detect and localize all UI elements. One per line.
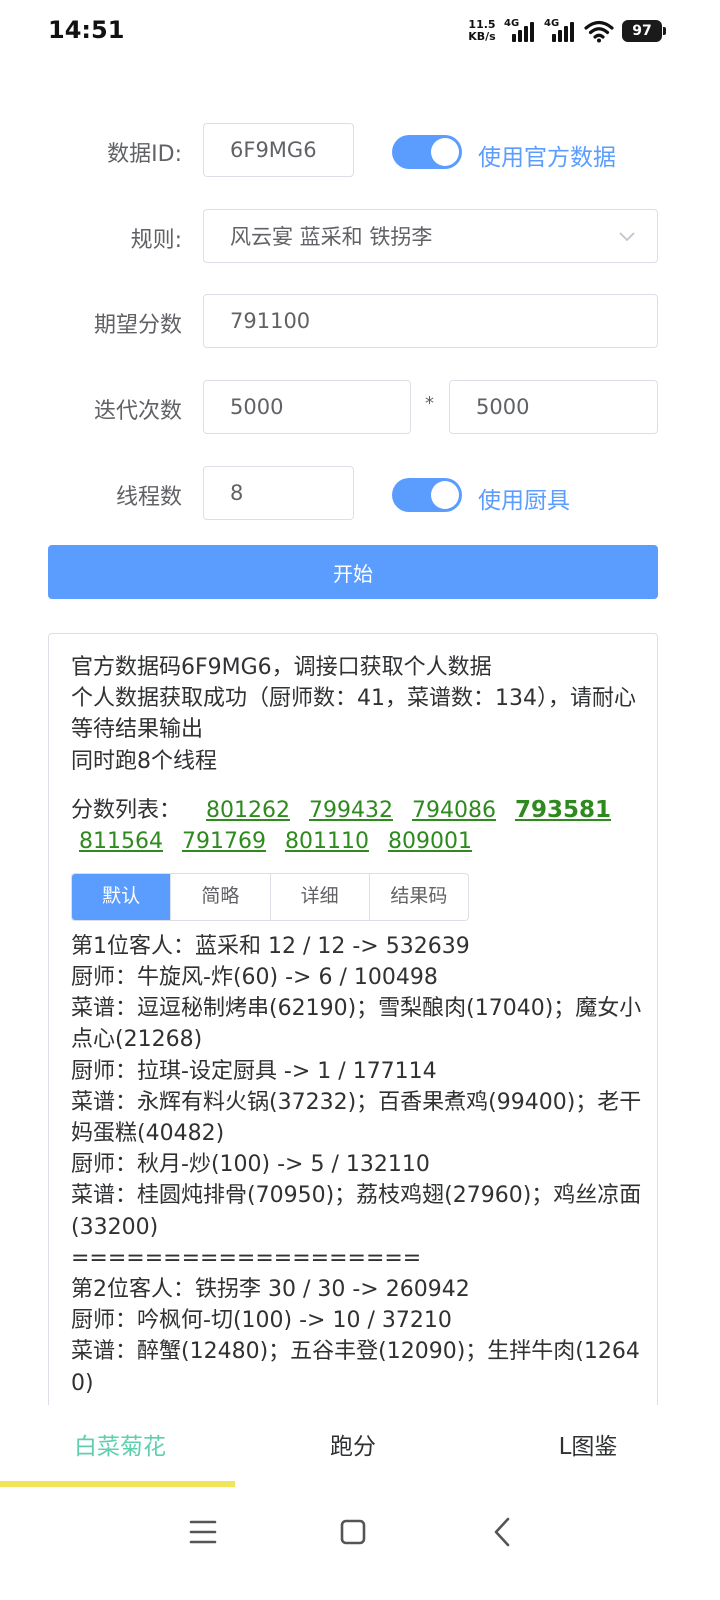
back-icon[interactable] bbox=[483, 1512, 523, 1552]
score-link[interactable]: 799432 bbox=[309, 798, 393, 823]
status-time: 14:51 bbox=[48, 16, 125, 44]
score-list-label: 分数列表： bbox=[71, 797, 182, 823]
detail-line: 厨师：吟枫何-切(100) -> 10 / 37210 bbox=[71, 1308, 452, 1334]
detail-line: 菜谱：逗逗秘制烤串(62190)；雪梨酿肉(17040)；魔女小点心(21268… bbox=[71, 996, 642, 1053]
output-mode-tabs: 默认 简略 详细 结果码 bbox=[71, 872, 469, 921]
expected-score-label: 期望分数 bbox=[93, 313, 182, 338]
network-speed: 11.5 KB/s bbox=[468, 18, 496, 43]
iterations-input-2[interactable]: 5000 bbox=[449, 380, 658, 434]
tab-l-gallery[interactable]: L图鉴 bbox=[468, 1427, 708, 1461]
detail-line: 厨师：拉琪-设定厨具 -> 1 / 177114 bbox=[71, 1058, 437, 1084]
score-link[interactable]: 801110 bbox=[285, 829, 369, 854]
app-screen: 14:51 11.5 KB/s 4G 4G 97 数据ID: 6F9MG6 使用… bbox=[0, 0, 720, 1600]
log-line: 同时跑8个线程 bbox=[71, 748, 217, 774]
result-panel[interactable]: 官方数据码6F9MG6，调接口获取个人数据 个人数据获取成功（厨师数：41，菜谱… bbox=[48, 633, 658, 1433]
detail-divider: =================== bbox=[71, 1245, 422, 1271]
detail-line: 第1位客人：蓝采和 12 / 12 -> 532639 bbox=[71, 933, 470, 959]
rule-label: 规则: bbox=[130, 228, 182, 253]
official-data-switch-label: 使用官方数据 bbox=[478, 145, 616, 171]
signal-sim1-icon: 4G bbox=[504, 18, 536, 44]
log-line: 个人数据获取成功（厨师数：41，菜谱数：134），请耐心等待结果输出 bbox=[71, 686, 636, 743]
threads-input[interactable]: 8 bbox=[203, 466, 354, 520]
menu-icon[interactable] bbox=[183, 1512, 223, 1552]
result-detail: 第1位客人：蓝采和 12 / 12 -> 532639 厨师：牛旋风-炸(60)… bbox=[71, 931, 643, 1399]
status-bar: 14:51 11.5 KB/s 4G 4G 97 bbox=[0, 0, 720, 66]
tab-default[interactable]: 默认 bbox=[72, 873, 172, 920]
bottom-tab-bar: 白菜菊花 跑分 L图鉴 bbox=[0, 1405, 720, 1487]
data-id-label: 数据ID: bbox=[107, 142, 182, 167]
threads-label: 线程数 bbox=[115, 485, 182, 510]
score-link[interactable]: 794086 bbox=[412, 798, 496, 823]
official-data-switch[interactable] bbox=[392, 135, 462, 169]
multiply-sign: * bbox=[425, 393, 434, 414]
tab-detailed[interactable]: 详细 bbox=[271, 873, 370, 920]
iterations-input-1[interactable]: 5000 bbox=[203, 380, 411, 434]
log-line: 官方数据码6F9MG6，调接口获取个人数据 bbox=[71, 655, 492, 680]
detail-line: 菜谱：醉蟹(12480)；五谷丰登(12090)；生拌牛肉(12640) bbox=[71, 1339, 640, 1396]
expected-score-input[interactable]: 791100 bbox=[203, 294, 658, 348]
detail-line: 菜谱：桂圆炖排骨(70950)；荔枝鸡翅(27960)；鸡丝凉面(33200) bbox=[71, 1183, 642, 1240]
score-link[interactable]: 809001 bbox=[388, 829, 472, 854]
score-link[interactable]: 801262 bbox=[206, 798, 290, 823]
status-icons: 11.5 KB/s 4G 4G 97 bbox=[468, 18, 666, 44]
iterations-label: 迭代次数 bbox=[93, 399, 182, 424]
rule-select[interactable]: 风云宴 蓝采和 铁拐李 bbox=[203, 209, 658, 263]
tab-result-code[interactable]: 结果码 bbox=[370, 874, 468, 920]
system-navigation-bar bbox=[0, 1490, 720, 1600]
score-link[interactable]: 791769 bbox=[182, 829, 266, 854]
detail-line: 菜谱：永辉有料火锅(37232)；百香果煮鸡(99400)；老干妈蛋糕(4048… bbox=[71, 1089, 642, 1147]
battery-icon: 97 bbox=[622, 20, 666, 42]
tab-run-score[interactable]: 跑分 bbox=[233, 1427, 473, 1461]
use-tools-switch-label: 使用厨具 bbox=[478, 488, 570, 514]
rule-select-value: 风云宴 蓝采和 铁拐李 bbox=[230, 225, 433, 249]
wifi-icon bbox=[584, 20, 614, 43]
data-id-input[interactable]: 6F9MG6 bbox=[203, 123, 354, 177]
detail-line: 厨师：牛旋风-炸(60) -> 6 / 100498 bbox=[71, 965, 438, 991]
active-tab-indicator bbox=[0, 1481, 235, 1487]
tab-brief[interactable]: 简略 bbox=[171, 873, 271, 920]
home-icon[interactable] bbox=[333, 1512, 373, 1552]
signal-sim2-icon: 4G bbox=[544, 18, 576, 44]
detail-line: 厨师：秋月-炒(100) -> 5 / 132110 bbox=[71, 1152, 430, 1178]
score-list: 分数列表： 801262 799432 794086 793581 811564… bbox=[71, 795, 643, 857]
score-link[interactable]: 811564 bbox=[79, 829, 163, 854]
start-button[interactable]: 开始 bbox=[48, 545, 658, 599]
detail-line: 第2位客人：铁拐李 30 / 30 -> 260942 bbox=[71, 1277, 470, 1303]
chevron-down-icon bbox=[619, 232, 635, 242]
use-tools-switch[interactable] bbox=[392, 478, 462, 512]
tab-baicai-juhua[interactable]: 白菜菊花 bbox=[0, 1427, 240, 1461]
score-link-selected[interactable]: 793581 bbox=[515, 797, 611, 823]
